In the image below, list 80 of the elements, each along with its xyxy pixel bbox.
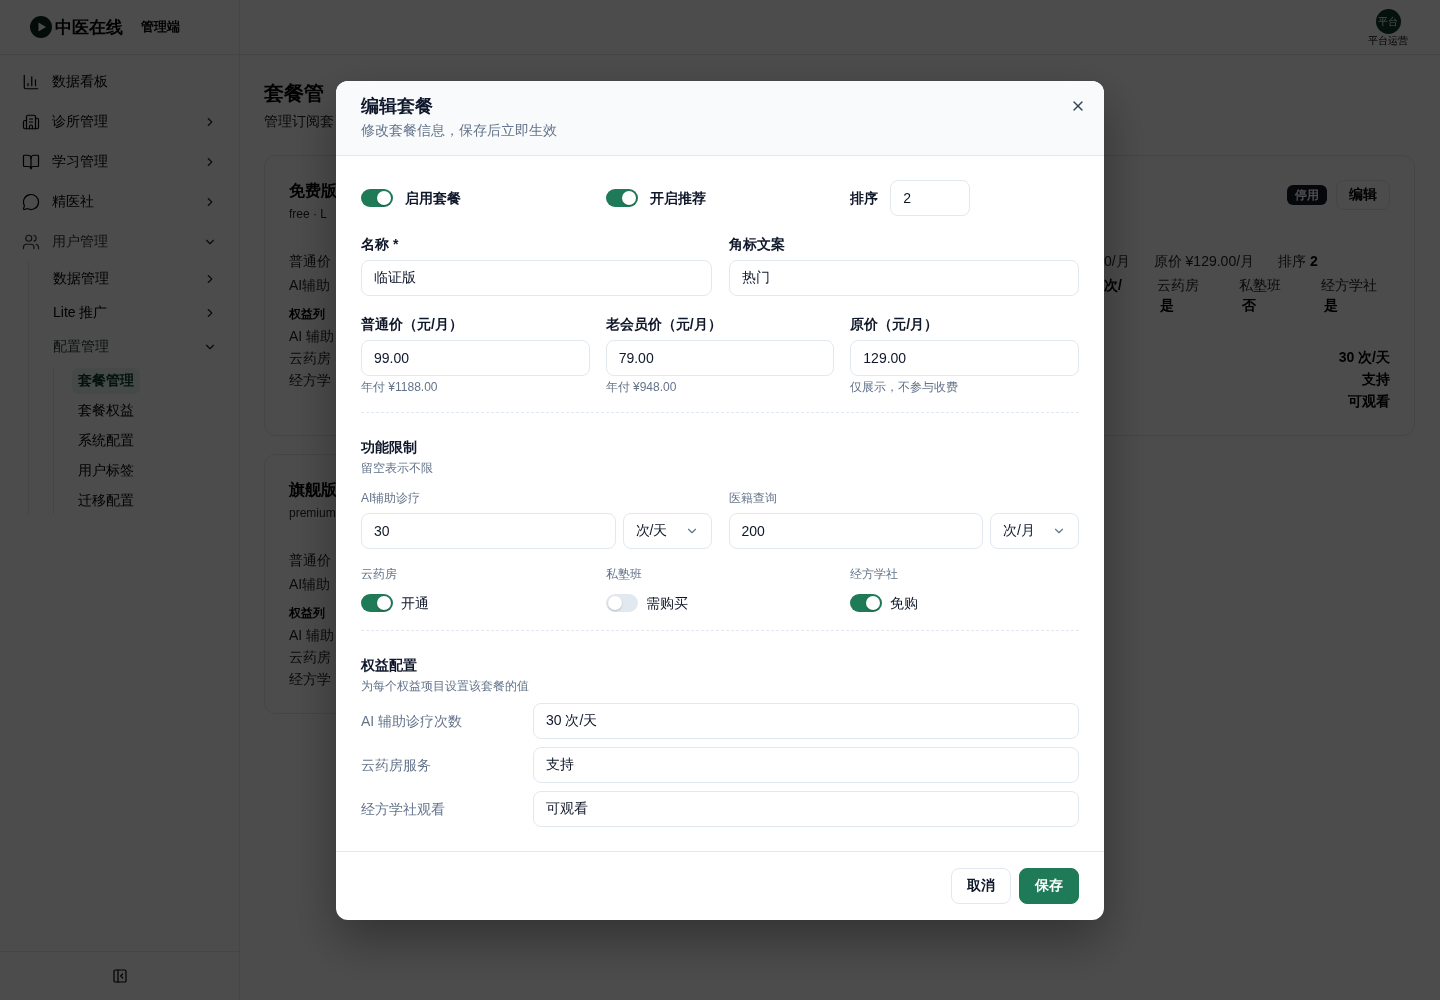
switch-label: 开通: [401, 593, 429, 613]
input-field[interactable]: 2: [890, 179, 971, 216]
page-title: 套餐管: [264, 81, 324, 106]
page-subtitle: 管理订阅套: [264, 112, 334, 131]
section-hint: 为每个权益项目设置该套餐的值: [361, 677, 529, 695]
info-label: 普通价: [289, 252, 331, 271]
field-hint: 年付 ¥1188.00: [361, 378, 438, 396]
field-label: 医籍查询: [728, 489, 777, 507]
feature-label: 经方学社: [1321, 276, 1377, 295]
field-label: AI 辅助诊疗次数: [361, 711, 463, 731]
benefit-value: 支持: [1362, 370, 1390, 389]
unit-select[interactable]: 次/月: [990, 512, 1079, 549]
input-field[interactable]: 99.00: [361, 339, 590, 376]
switch-label: 启用套餐: [405, 188, 461, 208]
field-label: 名称 *: [361, 234, 399, 254]
cancel-button[interactable]: 取消: [951, 867, 1011, 904]
toggle-switch[interactable]: [605, 593, 638, 612]
benefit-value: 可观看: [1348, 392, 1390, 411]
benefit-label: 云药房: [289, 648, 331, 667]
field-label: 排序: [850, 188, 879, 208]
field-label: 角标文案: [728, 234, 785, 254]
logo-text: 中医在线: [55, 16, 123, 39]
price-text: 原价 ¥129.00/月: [1153, 252, 1255, 271]
dialog-subtitle: 修改套餐信息，保存后立即生效: [361, 120, 557, 140]
switch-label: 需购买: [645, 593, 688, 613]
section-title: 权益配置: [361, 655, 417, 675]
info-label: AI辅助: [289, 575, 331, 594]
benefit-label: 云药房: [289, 349, 331, 368]
section-label: 权益列: [289, 306, 325, 323]
price-text: 0/月: [1104, 252, 1130, 271]
input-field[interactable]: 79.00: [605, 339, 835, 376]
dialog-title: 编辑套餐: [361, 94, 433, 118]
info-label: 普通价: [289, 551, 331, 570]
input-field[interactable]: 热门: [728, 259, 1079, 296]
feature-value: 否: [1242, 296, 1256, 315]
field-label: 原价（元/月）: [850, 314, 939, 334]
field-label: 私塾班: [605, 565, 642, 583]
price-text: 排序 2: [1278, 252, 1318, 271]
toggle-switch[interactable]: [850, 593, 883, 612]
plan-name: 免费版: [289, 181, 337, 201]
input-field[interactable]: 129.00: [850, 339, 1079, 376]
field-label: 云药房: [361, 565, 397, 583]
section-hint: 留空表示不限: [361, 459, 433, 477]
switch-label: 免购: [890, 593, 919, 613]
user-role: 平台运营: [1368, 34, 1408, 48]
field-label: 经方学社观看: [361, 799, 445, 819]
section-label: 权益列: [289, 605, 325, 622]
field-label: AI辅助诊疗: [361, 489, 421, 507]
feature-value: 是: [1160, 296, 1174, 315]
input-field[interactable]: 30 次/天: [533, 702, 1079, 739]
app-label: 管理端: [141, 18, 180, 36]
plan-name: 旗舰版: [289, 480, 337, 500]
limit-value: 次/: [1104, 276, 1123, 295]
input-field[interactable]: 200: [728, 512, 983, 549]
unit-select[interactable]: 次/天: [622, 512, 712, 549]
input-field[interactable]: 支持: [533, 746, 1079, 783]
field-label: 普通价（元/月）: [361, 314, 463, 334]
field-hint: 仅展示，不参与收费: [850, 378, 959, 396]
feature-value: 是: [1324, 296, 1338, 315]
toggle-switch[interactable]: [605, 188, 638, 207]
benefit-label: 经方学: [289, 371, 331, 390]
benefit-label: 经方学: [289, 670, 331, 689]
info-label: AI辅助: [289, 276, 331, 295]
section-title: 功能限制: [361, 437, 417, 457]
plan-meta: free · L: [289, 206, 327, 223]
benefit-value: 30 次/天: [1338, 348, 1390, 367]
field-label: 经方学社: [850, 565, 899, 583]
feature-label: 云药房: [1157, 276, 1199, 295]
input-field[interactable]: 30: [361, 512, 616, 549]
plan-meta: premium: [289, 505, 336, 522]
field-hint: 年付 ¥948.00: [605, 378, 677, 396]
input-field[interactable]: 可观看: [533, 790, 1079, 827]
save-button[interactable]: 保存: [1019, 867, 1079, 904]
toggle-switch[interactable]: [361, 593, 393, 612]
switch-label: 开启推荐: [649, 188, 706, 208]
field-label: 云药房服务: [361, 755, 431, 775]
field-label: 老会员价（元/月）: [605, 314, 722, 334]
feature-label: 私塾班: [1239, 276, 1281, 295]
toggle-switch[interactable]: [361, 188, 393, 207]
input-field[interactable]: 临证版: [361, 259, 712, 296]
